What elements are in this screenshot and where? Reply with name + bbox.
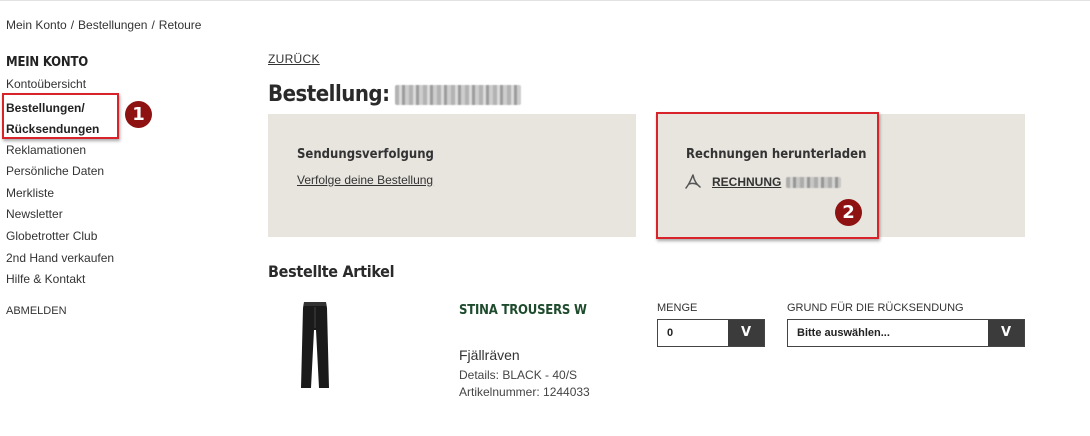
logout-link[interactable]: ABMELDEN xyxy=(6,305,67,317)
breadcrumb-separator: / xyxy=(70,18,75,32)
back-link[interactable]: ZURÜCK xyxy=(268,52,320,66)
product-name[interactable]: STINA TROUSERS W xyxy=(459,303,587,318)
step-badge-1: 1 xyxy=(125,101,152,128)
chevron-down-icon: V xyxy=(728,320,764,346)
order-label: Bestellung: xyxy=(268,82,390,107)
sidebar-item-newsletter[interactable]: Newsletter xyxy=(6,207,63,221)
breadcrumb: Mein Konto / Bestellungen / Retoure xyxy=(6,18,201,32)
return-reason-value: Bitte auswählen... xyxy=(797,327,890,339)
sidebar-item-help-contact[interactable]: Hilfe & Kontakt xyxy=(6,272,85,286)
ordered-items-title: Bestellte Artikel xyxy=(268,262,395,281)
product-image[interactable] xyxy=(295,300,335,392)
tracking-panel: Sendungsverfolgung Verfolge deine Bestel… xyxy=(268,114,636,237)
sidebar-item-2nd-hand[interactable]: 2nd Hand verkaufen xyxy=(6,251,114,265)
tracking-title: Sendungsverfolgung xyxy=(297,147,434,162)
sidebar-item-globetrotter-club[interactable]: Globetrotter Club xyxy=(6,229,97,243)
product-article-number: Artikelnummer: 1244033 xyxy=(459,385,590,399)
quantity-value: 0 xyxy=(667,327,674,339)
breadcrumb-separator: / xyxy=(151,18,155,32)
redacted-order-number xyxy=(394,84,521,105)
sidebar-item-wishlist[interactable]: Merkliste xyxy=(6,186,54,200)
top-divider xyxy=(0,0,1090,1)
sidebar-item-complaints[interactable]: Reklamationen xyxy=(6,143,86,157)
breadcrumb-item-return: Retoure xyxy=(158,18,202,32)
sidebar-item-personal-data[interactable]: Persönliche Daten xyxy=(6,164,104,178)
breadcrumb-item-account[interactable]: Mein Konto xyxy=(6,18,67,32)
tracking-link[interactable]: Verfolge deine Bestellung xyxy=(297,173,433,187)
quantity-label: MENGE xyxy=(657,302,698,314)
chevron-down-icon: V xyxy=(988,320,1024,346)
return-reason-label: GRUND FÜR DIE RÜCKSENDUNG xyxy=(787,302,964,314)
breadcrumb-item-orders[interactable]: Bestellungen xyxy=(78,18,147,32)
quantity-select[interactable]: 0 V xyxy=(657,319,765,347)
product-details: Details: BLACK - 40/S xyxy=(459,368,578,382)
return-reason-select[interactable]: Bitte auswählen... V xyxy=(787,319,1025,347)
product-brand: Fjällräven xyxy=(459,347,520,363)
sidebar-title: MEIN KONTO xyxy=(6,55,88,70)
order-title: Bestellung: xyxy=(268,82,521,107)
sidebar-item-account-overview[interactable]: Kontoübersicht xyxy=(6,77,86,91)
step-badge-2: 2 xyxy=(835,199,862,226)
highlight-box-orders xyxy=(2,93,119,139)
